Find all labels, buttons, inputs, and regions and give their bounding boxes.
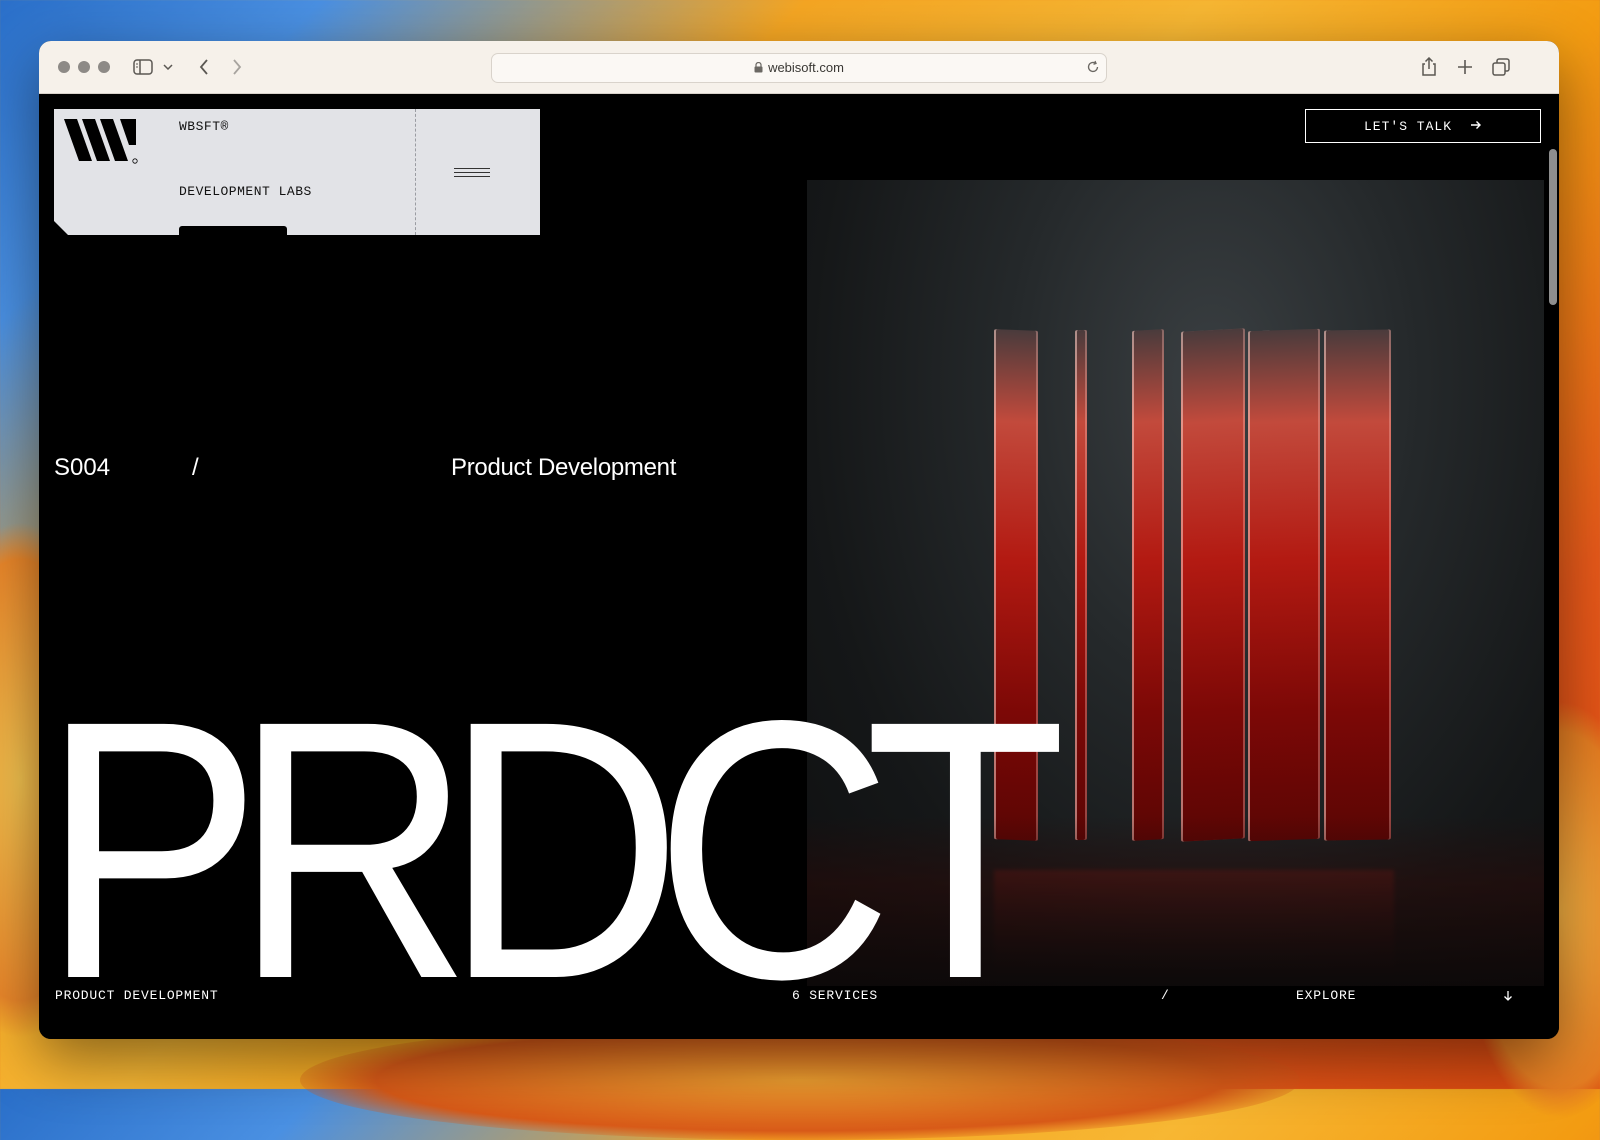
close-window-button[interactable] [58,61,70,73]
services-count[interactable]: 6 SERVICES [792,988,878,1003]
forward-icon[interactable] [227,54,247,80]
card-tab [179,226,287,235]
browser-window: webisoft.com WBSFT® DEVELOPMENT LABS LET… [39,41,1559,1039]
explore-link[interactable]: EXPLORE [1296,988,1356,1003]
service-code: S004 [54,454,111,481]
arrow-down-icon[interactable] [1503,990,1513,1006]
chevron-down-icon[interactable] [161,54,175,80]
webisoft-logo-icon[interactable] [64,119,140,170]
hamburger-icon[interactable] [454,162,490,184]
card-divider [415,109,416,235]
footer-service-label: PRODUCT DEVELOPMENT [55,988,219,1003]
brand-subtitle: DEVELOPMENT LABS [179,184,312,199]
footer-separator: / [1161,988,1170,1003]
browser-toolbar: webisoft.com [39,41,1559,94]
share-icon[interactable] [1419,54,1439,80]
reload-icon[interactable] [1086,60,1100,79]
logo-card: WBSFT® DEVELOPMENT LABS [54,109,540,235]
zoom-window-button[interactable] [98,61,110,73]
hero-title: PRDCT [41,644,1067,1039]
lets-talk-button[interactable]: LET'S TALK [1305,109,1541,143]
url-text: webisoft.com [768,60,844,75]
service-name: Product Development [451,454,677,481]
lock-icon [754,61,763,76]
page-content: WBSFT® DEVELOPMENT LABS LET'S TALK S004 [39,94,1559,1039]
minimize-window-button[interactable] [78,61,90,73]
tabs-icon[interactable] [1491,54,1511,80]
plus-icon[interactable] [1455,54,1475,80]
sidebar-icon[interactable] [131,54,155,80]
back-icon[interactable] [194,54,214,80]
scrollbar[interactable] [1549,149,1557,305]
brand-name: WBSFT® [179,119,229,134]
address-bar[interactable]: webisoft.com [491,53,1107,83]
arrow-right-icon [1470,119,1482,134]
lets-talk-label: LET'S TALK [1363,118,1452,134]
service-separator: / [192,454,199,481]
